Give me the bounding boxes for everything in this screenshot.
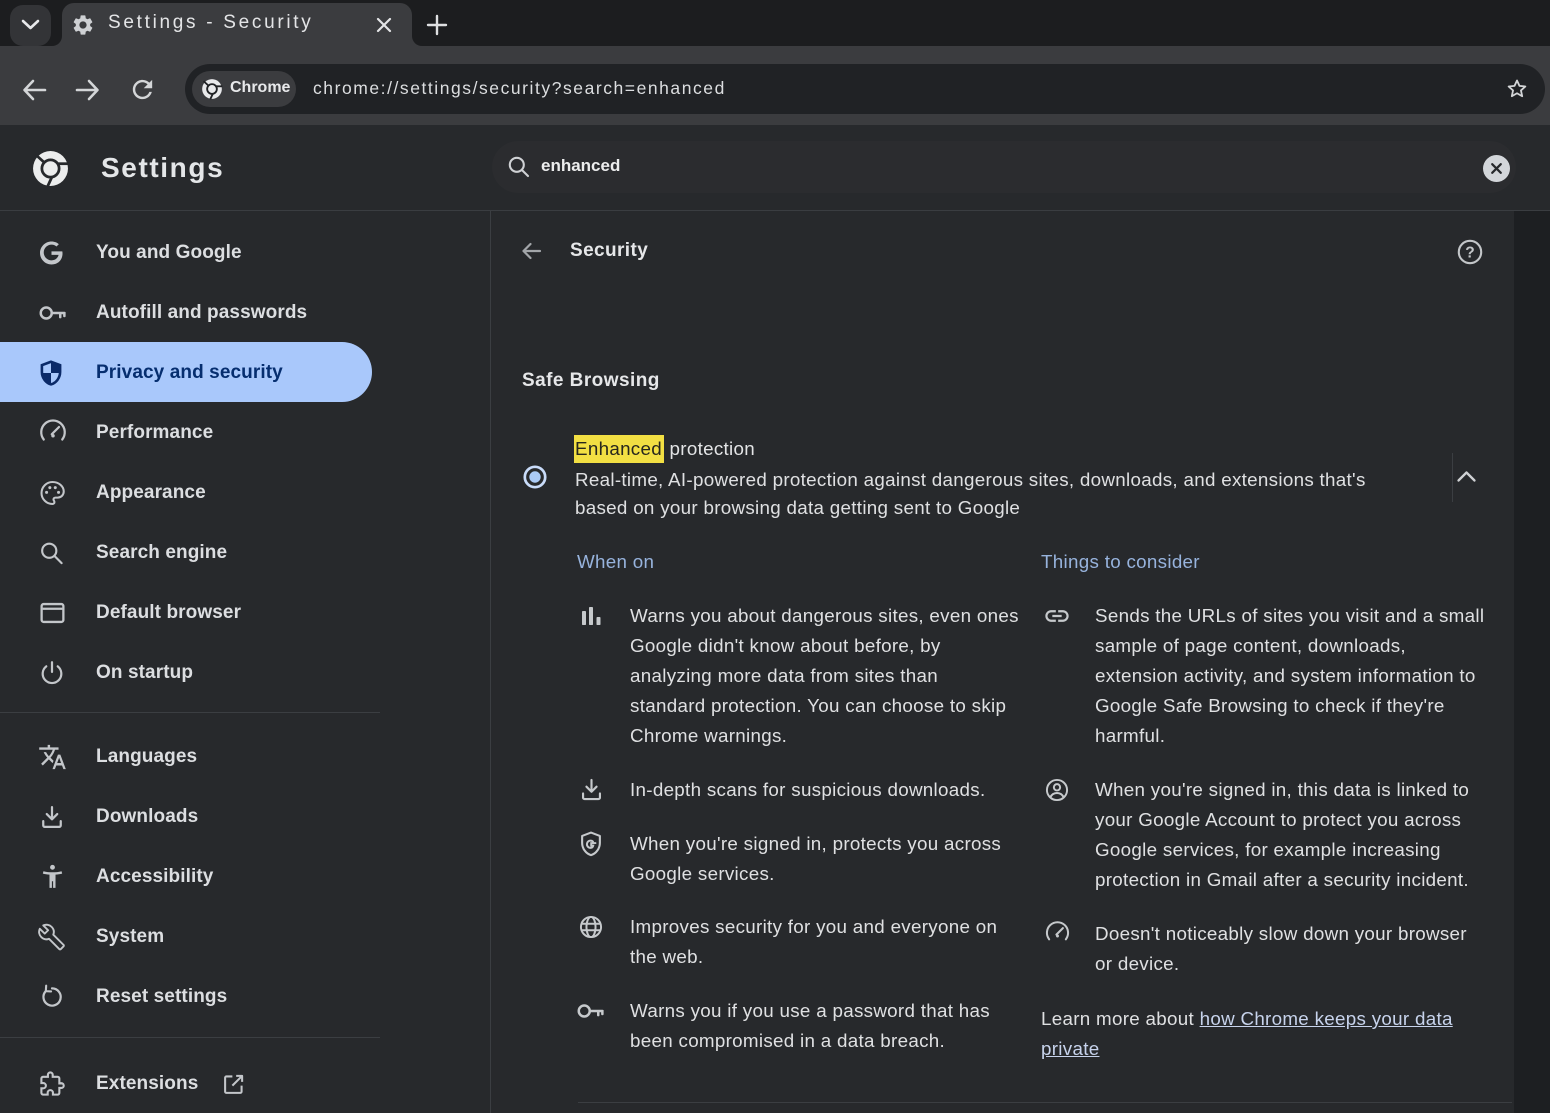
- svg-text:?: ?: [1465, 245, 1474, 262]
